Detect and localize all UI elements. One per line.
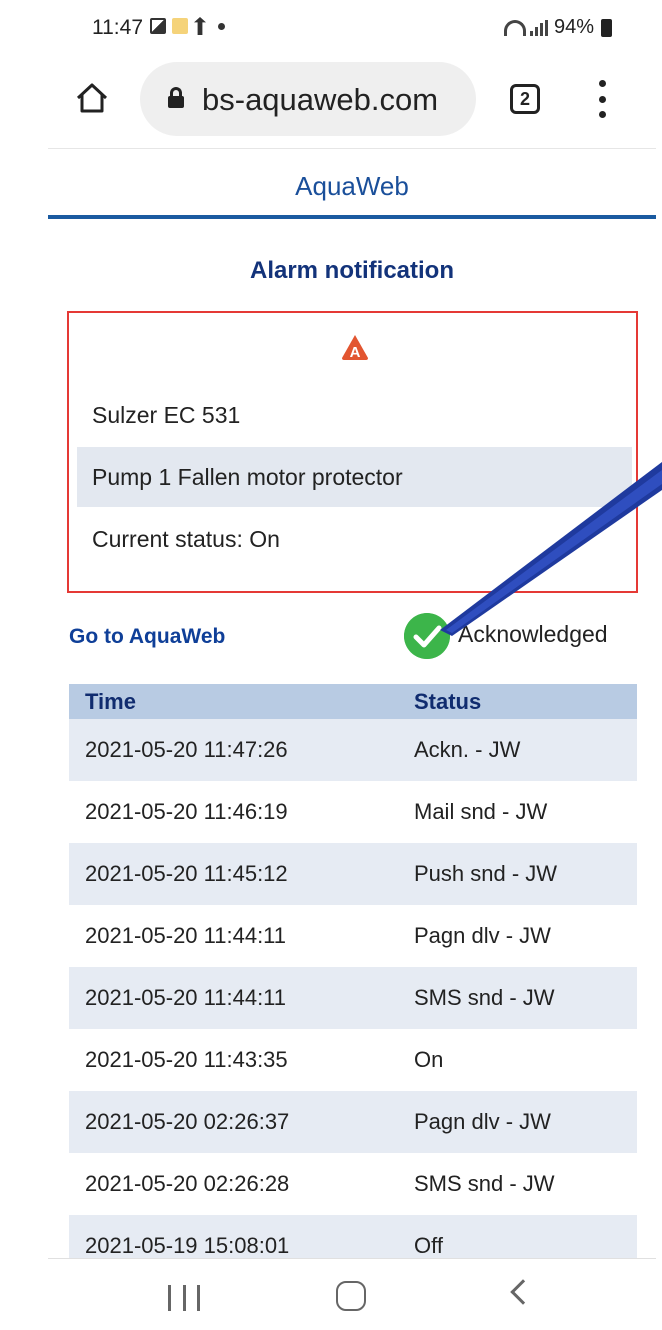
table-row: 2021-05-20 11:47:26 Ackn. - JW — [69, 719, 637, 781]
row-status: SMS snd - JW — [399, 967, 637, 1029]
more-icon[interactable] — [594, 80, 610, 118]
row-time: 2021-05-20 11:47:26 — [69, 719, 399, 781]
battery-icon — [601, 18, 612, 37]
system-nav-bar — [48, 1258, 656, 1330]
alarm-current-status: Current status: On — [92, 526, 280, 552]
row-time: 2021-05-20 11:44:11 — [85, 923, 287, 948]
tabs-icon[interactable]: 2 — [510, 84, 540, 114]
folder-icon — [172, 18, 188, 34]
recent-apps-icon[interactable] — [168, 1285, 200, 1311]
url-text: bs-aquaweb.com — [202, 82, 439, 117]
alarm-device: Sulzer EC 531 — [92, 402, 241, 428]
alarm-card: A Sulzer EC 531 Pump 1 Fallen motor prot… — [67, 311, 638, 593]
usb-icon — [194, 17, 206, 35]
app-header: AquaWeb — [48, 149, 656, 219]
warning-icon: A — [342, 335, 368, 361]
action-row: Go to AquaWeb Acknowledged — [67, 607, 638, 663]
column-header-time: Time — [69, 684, 399, 719]
row-time: 2021-05-20 02:26:37 — [69, 1091, 399, 1153]
table-row: 2021-05-20 11:45:12 Push snd - JW — [69, 843, 637, 905]
table-row: 2021-05-20 02:26:37 Pagn dlv - JW — [69, 1091, 637, 1153]
go-to-aquaweb-link[interactable]: Go to AquaWeb — [69, 625, 225, 649]
home-icon[interactable] — [74, 80, 110, 116]
web-page: AquaWeb Alarm notification A Sulzer EC 5… — [48, 148, 656, 1277]
signal-icon — [529, 19, 548, 36]
address-bar[interactable]: bs-aquaweb.com — [140, 62, 476, 136]
status-time: 11:47 — [92, 16, 143, 39]
event-log-table: Time Status 2021-05-20 11:47:26 Ackn. - … — [69, 684, 637, 1277]
row-time: 2021-05-20 11:46:19 — [85, 799, 288, 824]
page-title: Alarm notification — [249, 257, 454, 284]
wifi-icon — [503, 19, 526, 36]
notification-icons — [150, 17, 225, 35]
row-time: 2021-05-20 02:26:28 — [85, 1171, 290, 1196]
alarm-message: Pump 1 Fallen motor protector — [77, 447, 632, 507]
gallery-icon — [150, 18, 166, 34]
system-indicators: 94% — [503, 16, 612, 39]
table-row: 2021-05-20 11:43:35 On — [69, 1029, 637, 1091]
table-row: 2021-05-20 11:46:19 Mail snd - JW — [69, 781, 637, 843]
row-time: 2021-05-20 11:43:35 — [85, 1047, 288, 1072]
row-status: On — [414, 1047, 444, 1072]
back-icon[interactable] — [510, 1279, 536, 1305]
svg-text:A: A — [350, 344, 361, 361]
table-row: 2021-05-20 11:44:11 Pagn dlv - JW — [69, 905, 637, 967]
browser-toolbar: bs-aquaweb.com 2 — [0, 60, 662, 140]
more-notifications-icon — [218, 22, 225, 30]
home-nav-icon[interactable] — [336, 1281, 366, 1311]
row-time: 2021-05-20 11:45:12 — [69, 843, 399, 905]
row-status: Mail snd - JW — [414, 799, 548, 824]
row-time: 2021-05-20 11:44:11 — [69, 967, 399, 1029]
table-header-row: Time Status — [69, 684, 637, 719]
column-header-status: Status — [399, 684, 637, 719]
row-status: Pagn dlv - JW — [399, 1091, 637, 1153]
acknowledged-label: Acknowledged — [458, 621, 608, 647]
checkmark-icon — [404, 613, 450, 659]
table-row: 2021-05-20 02:26:28 SMS snd - JW — [69, 1153, 637, 1215]
lock-icon — [168, 87, 184, 108]
row-status: Pagn dlv - JW — [414, 923, 551, 948]
row-status: Push snd - JW — [399, 843, 637, 905]
row-status: SMS snd - JW — [414, 1171, 555, 1196]
table-row: 2021-05-20 11:44:11 SMS snd - JW — [69, 967, 637, 1029]
status-bar: 11:47 94% — [0, 0, 662, 60]
row-status: Ackn. - JW — [399, 719, 637, 781]
battery-percent: 94% — [553, 16, 594, 38]
